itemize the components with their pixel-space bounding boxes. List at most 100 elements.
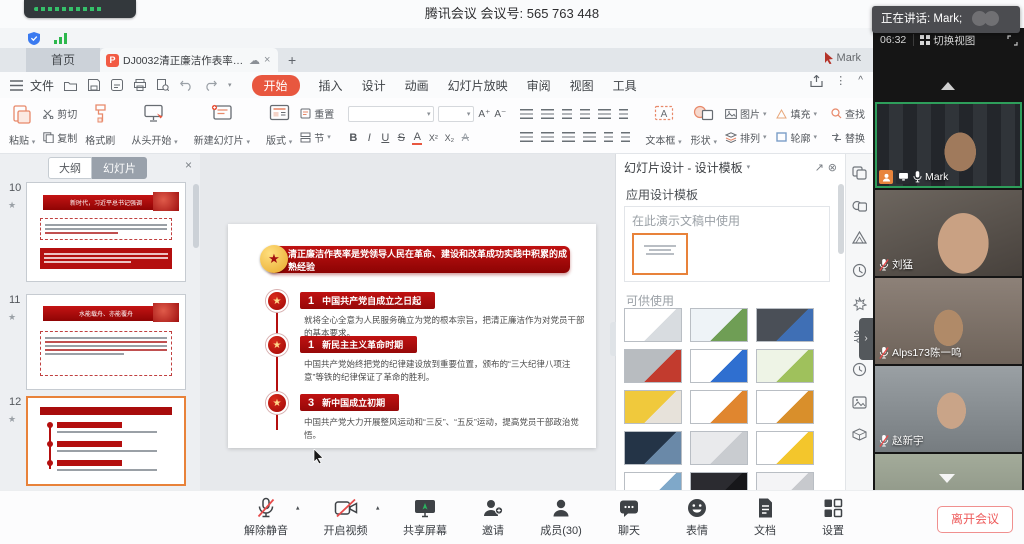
menu-tab-animation[interactable]: 动画: [405, 77, 429, 94]
menu-file[interactable]: 文件: [30, 77, 54, 94]
undo-icon[interactable]: [180, 80, 193, 91]
increase-indent-icon[interactable]: [580, 109, 590, 119]
effects-wand-icon[interactable]: [852, 297, 867, 311]
template-thumbnail[interactable]: [690, 431, 748, 465]
image-pane-icon[interactable]: [852, 396, 867, 409]
template-thumbnail[interactable]: [756, 308, 814, 342]
video-tile[interactable]: 付宏岩: [875, 454, 1022, 490]
reset-button[interactable]: 重置: [300, 106, 334, 121]
align-left-icon[interactable]: [520, 132, 533, 142]
fill-button[interactable]: 填充 ▾: [776, 106, 817, 121]
template-thumbnail[interactable]: [690, 349, 748, 383]
hamburger-menu-icon[interactable]: [10, 80, 23, 91]
bullet-list-icon[interactable]: [520, 109, 533, 119]
outline-tab[interactable]: 大纲: [48, 157, 92, 179]
unmute-button[interactable]: 解除静音: [244, 497, 288, 538]
design-panel-scrollbar[interactable]: [838, 184, 844, 254]
item-2-body[interactable]: 中国共产党始终把党的纪律建设放到重要位置，颁布的“三大纪律八项注意”等铁的纪律保…: [304, 358, 586, 384]
open-folder-icon[interactable]: [64, 80, 77, 91]
redo-icon[interactable]: [204, 80, 217, 91]
menu-tab-design[interactable]: 设计: [362, 77, 386, 94]
start-video-button[interactable]: 开启视频: [324, 497, 368, 538]
textbox-button[interactable]: A 文本框 ▾: [644, 102, 682, 149]
tab-home[interactable]: 首页: [26, 48, 100, 72]
item-1-label[interactable]: 1 中国共产党自成立之日起: [300, 292, 435, 309]
tab-document[interactable]: P DJ0032清正廉洁作表率.pptx ☁ ×: [100, 48, 278, 72]
shapes-button[interactable]: 形状 ▾: [690, 102, 718, 149]
item-3-body[interactable]: 中国共产党大力开展整风运动和“三反”、“五反”运动，提高党员干部政治觉悟。: [304, 416, 586, 442]
invite-button[interactable]: 邀请: [471, 497, 515, 538]
subscript-button[interactable]: X₂: [444, 133, 454, 143]
template-thumbnail[interactable]: [690, 390, 748, 424]
increase-font-button[interactable]: A⁺: [478, 109, 490, 120]
expand-panel-icon[interactable]: [1007, 35, 1018, 46]
quickbar-caret-icon[interactable]: ▾: [228, 81, 232, 89]
play-from-start-button[interactable]: 从头开始 ▾: [130, 102, 178, 149]
close-panel-icon[interactable]: ×: [185, 158, 192, 172]
video-tile[interactable]: 刘猛: [875, 190, 1022, 276]
picture-button[interactable]: 图片 ▾: [725, 106, 767, 121]
strikethrough-button[interactable]: S: [396, 132, 406, 144]
numbered-list-icon[interactable]: [541, 109, 554, 119]
paste-button[interactable]: 粘贴 ▾: [8, 102, 36, 149]
new-slide-button[interactable]: 新建幻灯片 ▾: [193, 102, 251, 149]
chat-button[interactable]: 聊天: [607, 497, 651, 538]
mic-options-caret-icon[interactable]: ▾: [296, 504, 300, 512]
outline-button[interactable]: 轮廓 ▾: [776, 130, 817, 145]
template-thumbnail[interactable]: [624, 431, 682, 465]
panel-resize-handle[interactable]: [610, 322, 616, 356]
menu-tab-review[interactable]: 审阅: [527, 77, 551, 94]
slide-canvas[interactable]: 清正廉洁作表率是党领导人民在革命、建设和改革成功实践中积累的成熟经验 ★ ★ 1…: [200, 154, 615, 490]
superscript-button[interactable]: X²: [428, 133, 438, 143]
template-thumbnail[interactable]: [690, 308, 748, 342]
smart-tool-icon[interactable]: [852, 263, 867, 278]
docs-button[interactable]: 文档: [743, 497, 787, 538]
selection-pane-icon[interactable]: [852, 166, 867, 180]
template-thumbnail[interactable]: [690, 472, 748, 490]
justify-icon[interactable]: [583, 132, 596, 142]
print-icon[interactable]: [134, 79, 146, 91]
video-options-caret-icon[interactable]: ▾: [376, 504, 380, 512]
menu-tab-insert[interactable]: 插入: [319, 77, 343, 94]
text-direction-icon[interactable]: [619, 109, 628, 119]
shapes-tool-icon[interactable]: [852, 199, 867, 212]
font-color-button[interactable]: A: [412, 131, 422, 145]
template-thumbnail[interactable]: [624, 308, 682, 342]
template-thumbnail[interactable]: [756, 431, 814, 465]
more-options-icon[interactable]: ⋮: [835, 74, 846, 87]
copy-button[interactable]: 复制: [43, 130, 77, 145]
template-thumbnail[interactable]: [756, 472, 814, 490]
save-icon[interactable]: [88, 79, 100, 91]
layout-button[interactable]: 版式 ▾: [265, 102, 293, 149]
switch-view-button[interactable]: 切换视图: [914, 33, 981, 48]
popout-icon[interactable]: ↗: [815, 161, 824, 174]
ruler-tool-icon[interactable]: [852, 231, 867, 244]
share-screen-button[interactable]: 共享屏幕: [403, 497, 447, 538]
panel-dropdown-icon[interactable]: ▾: [747, 163, 751, 171]
video-tile[interactable]: 赵新宇: [875, 366, 1022, 452]
export-pdf-icon[interactable]: [111, 79, 123, 91]
members-button[interactable]: 成员(30): [539, 497, 583, 538]
slide-thumbnail[interactable]: 水能载舟、亦能覆舟: [26, 294, 186, 390]
slides-tab[interactable]: 幻灯片: [92, 157, 147, 179]
video-tile-mark[interactable]: Mark: [875, 102, 1022, 188]
format-painter-button[interactable]: 格式刷: [84, 102, 116, 149]
replace-button[interactable]: 替换: [831, 130, 865, 145]
section-button[interactable]: 节 ▾: [300, 130, 334, 145]
decrease-font-button[interactable]: A⁻: [494, 109, 506, 120]
emoji-button[interactable]: 表情: [675, 497, 719, 538]
menu-tab-start[interactable]: 开始: [252, 75, 300, 96]
slide-title-banner[interactable]: 清正廉洁作表率是党领导人民在革命、建设和改革成功实践中积累的成熟经验: [268, 246, 570, 273]
current-template-thumbnail[interactable]: [632, 233, 688, 275]
font-size-select[interactable]: ▾: [438, 106, 474, 122]
history-icon[interactable]: [852, 362, 867, 377]
slide-thumbnail-selected[interactable]: [26, 396, 186, 486]
find-button[interactable]: 查找: [831, 106, 865, 121]
slides-scrollbar[interactable]: [193, 184, 199, 248]
template-thumbnail[interactable]: [624, 390, 682, 424]
template-thumbnail[interactable]: [624, 472, 682, 490]
menu-tab-tools[interactable]: 工具: [613, 77, 637, 94]
template-thumbnail[interactable]: [624, 349, 682, 383]
new-tab-button[interactable]: +: [288, 52, 296, 68]
item-3-label[interactable]: 3 新中国成立初期: [300, 394, 399, 411]
